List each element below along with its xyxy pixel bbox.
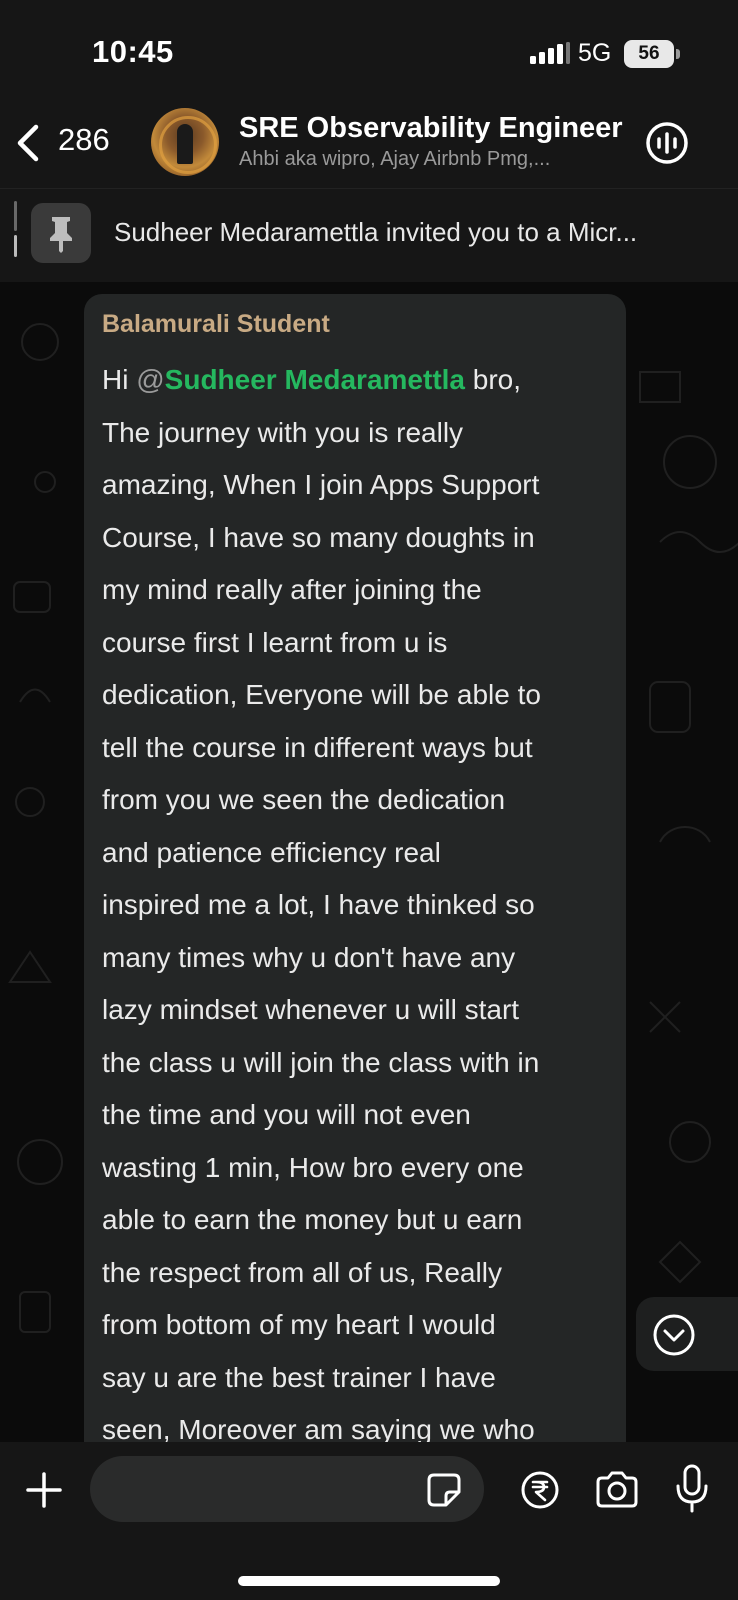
status-bar: 10:45 5G 56	[0, 0, 738, 100]
network-type: 5G	[578, 39, 612, 67]
battery-icon	[676, 49, 680, 59]
group-avatar[interactable]	[151, 108, 219, 176]
pin-indicator	[14, 201, 17, 231]
message-body: The journey with you is really amazing, …	[102, 416, 541, 1443]
status-time: 10:45	[92, 34, 174, 69]
pinned-message-text: Sudheer Medaramettla invited you to a Mi…	[114, 217, 638, 247]
mention-at: @	[136, 364, 165, 395]
greeting: Hi	[102, 364, 137, 395]
sticker-button[interactable]	[426, 1472, 462, 1508]
home-indicator[interactable]	[238, 1576, 500, 1586]
message-composer	[0, 1442, 738, 1600]
group-members[interactable]: Ahbi aka wipro, Ajay Airbnb Pmg,...	[239, 148, 550, 171]
pinned-message-bar[interactable]: Sudheer Medaramettla invited you to a Mi…	[0, 188, 738, 283]
greeting-suffix: bro,	[465, 364, 522, 395]
voice-chat-button[interactable]	[644, 120, 690, 166]
attach-button[interactable]	[26, 1472, 62, 1508]
chat-header: 286 SRE Observability Engineer Ahbi aka …	[0, 100, 738, 188]
voice-note-button[interactable]	[674, 1464, 710, 1514]
battery-level: 56	[624, 40, 674, 68]
chevron-down-icon	[652, 1313, 696, 1357]
camera-button[interactable]	[594, 1470, 640, 1510]
camera-icon	[594, 1470, 640, 1510]
chevron-left-icon	[14, 123, 42, 163]
plus-icon	[26, 1472, 62, 1508]
audio-wave-icon	[644, 120, 690, 166]
sender-name[interactable]: Balamurali Student	[102, 310, 330, 339]
group-title[interactable]: SRE Observability Engineer	[239, 112, 623, 145]
chat-area[interactable]: Balamurali Student Hi @Sudheer Medaramet…	[0, 282, 738, 1442]
microphone-icon	[674, 1464, 710, 1514]
message-text: Hi @Sudheer Medaramettla bro, The journe…	[102, 354, 614, 1442]
mention-link[interactable]: Sudheer Medaramettla	[165, 364, 465, 395]
scroll-to-bottom-button[interactable]	[636, 1297, 738, 1371]
message-bubble[interactable]: Balamurali Student Hi @Sudheer Medaramet…	[84, 294, 626, 1442]
unread-count[interactable]: 286	[58, 122, 110, 158]
pin-indicator-active	[14, 235, 17, 257]
pin-icon	[31, 203, 91, 263]
signal-icon	[530, 42, 570, 66]
payment-button[interactable]	[520, 1470, 560, 1510]
sticker-icon	[426, 1472, 462, 1508]
rupee-icon	[520, 1470, 560, 1510]
message-input[interactable]	[90, 1456, 484, 1522]
